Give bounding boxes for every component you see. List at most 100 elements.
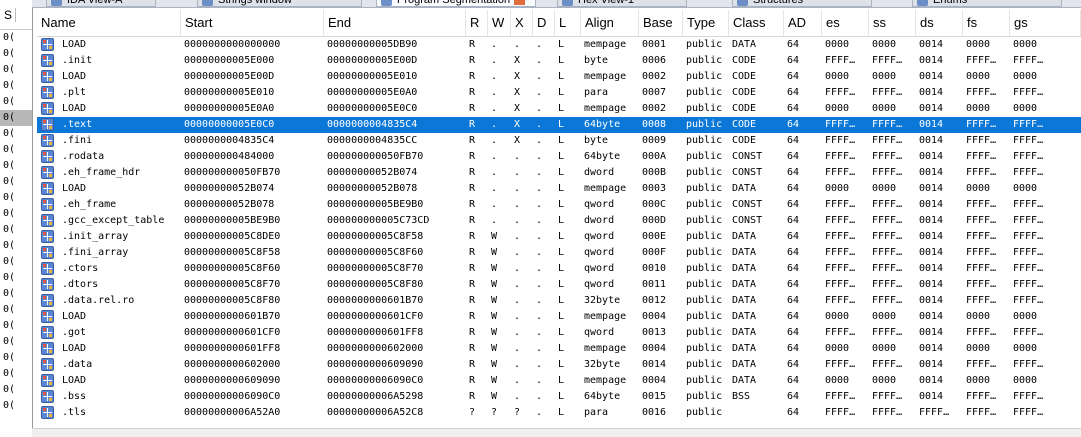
- left-panel-row[interactable]: 0(: [0, 30, 32, 46]
- left-panel-row[interactable]: 0(: [0, 158, 32, 174]
- cell-start: 00000000005C8F58: [184, 247, 281, 258]
- left-panel-row[interactable]: 0(: [0, 350, 32, 366]
- cell-base: 0014: [642, 359, 667, 370]
- cell-fs: 0000: [966, 183, 991, 194]
- cell-ss: FFFF…: [872, 391, 903, 402]
- left-panel-row[interactable]: 0(: [0, 302, 32, 318]
- table-row[interactable]: LOAD 0000000000601FF8 0000000000602000 R W..…: [37, 341, 1081, 357]
- table-row[interactable]: .plt 00000000005E010 00000000005E0A0 R. X. Lp…: [37, 85, 1081, 101]
- table-body: LOAD 0000000000000000 00000000005DB90 R... L…: [37, 37, 1081, 421]
- table-row[interactable]: .gcc_except_table 00000000005BE9B0 0000000…: [37, 213, 1081, 229]
- column-header-d[interactable]: D: [533, 10, 555, 36]
- column-header-base[interactable]: Base: [639, 10, 683, 36]
- left-panel-row[interactable]: 0(: [0, 110, 32, 126]
- column-header-es[interactable]: es: [822, 10, 869, 36]
- column-header-gs[interactable]: gs: [1010, 10, 1081, 36]
- column-header-class[interactable]: Class: [729, 10, 784, 36]
- table-row[interactable]: LOAD 0000000000609090 00000000006090C0 R W..…: [37, 373, 1081, 389]
- cell-name: LOAD: [62, 103, 87, 114]
- left-panel-row[interactable]: 0(: [0, 126, 32, 142]
- table-row[interactable]: .tls 00000000006A52A0 00000000006A52C8???.…: [37, 405, 1081, 421]
- left-panel-row[interactable]: 0(: [0, 382, 32, 398]
- cell-ss: FFFF…: [872, 199, 903, 210]
- table-row[interactable]: LOAD 00000000052B074 00000000052B078 R... Lm…: [37, 181, 1081, 197]
- left-panel-row[interactable]: 0(: [0, 78, 32, 94]
- column-header-r[interactable]: R: [466, 10, 488, 36]
- table-row[interactable]: .got 0000000000601CF0 0000000000601FF8 R W..…: [37, 325, 1081, 341]
- cell-class: CONST: [732, 215, 763, 226]
- tab-program-segmentation[interactable]: Program Segmentation: [376, 0, 536, 7]
- left-panel-row[interactable]: 0(: [0, 94, 32, 110]
- tab-enums[interactable]: Enums: [912, 0, 1062, 7]
- table-row[interactable]: .eh_frame 00000000052B078 00000000005BE9B0…: [37, 197, 1081, 213]
- cell-align: mempage: [584, 311, 627, 322]
- column-header-ad[interactable]: AD: [784, 10, 822, 36]
- column-header-start[interactable]: Start: [181, 10, 324, 36]
- cell-ss: FFFF…: [872, 167, 903, 178]
- column-header-align[interactable]: Align: [581, 10, 639, 36]
- column-header-end[interactable]: End: [324, 10, 466, 36]
- cell-l: L: [558, 263, 565, 274]
- cell-end: 00000000005C8F58: [327, 231, 424, 242]
- cell-x: X: [514, 55, 521, 66]
- close-tab-icon[interactable]: [514, 0, 526, 5]
- table-row[interactable]: LOAD 0000000000601B70 0000000000601CF0 R W..…: [37, 309, 1081, 325]
- left-panel-row[interactable]: 0(: [0, 46, 32, 62]
- left-panel-row[interactable]: 0(: [0, 398, 32, 414]
- column-header-name[interactable]: Name: [37, 10, 181, 36]
- cell-name: LOAD: [62, 39, 87, 50]
- column-header-type[interactable]: Type: [683, 10, 729, 36]
- tab-structures[interactable]: Structures: [732, 0, 872, 7]
- table-row[interactable]: .init 00000000005E000 00000000005E00D R. X. L…: [37, 53, 1081, 69]
- table-row[interactable]: LOAD 00000000005E0A0 00000000005E0C0 R. X. Lm…: [37, 101, 1081, 117]
- table-row[interactable]: LOAD 00000000005E00D 00000000005E010 R. X. Lm…: [37, 69, 1081, 85]
- cell-name: LOAD: [62, 343, 87, 354]
- column-header-fs[interactable]: fs: [963, 10, 1010, 36]
- table-row[interactable]: .dtors 00000000005C8F70 00000000005C8F80 R W…: [37, 277, 1081, 293]
- table-row[interactable]: .eh_frame_hdr 000000000050FB70 00000000052…: [37, 165, 1081, 181]
- table-row[interactable]: .init_array 00000000005C8DE0 00000000005C8…: [37, 229, 1081, 245]
- cell-base: 0006: [642, 55, 667, 66]
- cell-gs: FFFF…: [1013, 167, 1044, 178]
- table-row[interactable]: .bss 00000000006090C0 00000000006A5298 R W..…: [37, 389, 1081, 405]
- cell-x: .: [514, 199, 521, 210]
- table-row[interactable]: .fini 0000000004835C4 0000000004835CC R. X. L…: [37, 133, 1081, 149]
- table-row[interactable]: .fini_array 00000000005C8F58 00000000005C8…: [37, 245, 1081, 261]
- column-header-x[interactable]: X: [511, 10, 533, 36]
- cell-type: public: [686, 87, 723, 98]
- table-row[interactable]: LOAD 0000000000000000 00000000005DB90 R... L…: [37, 37, 1081, 53]
- left-panel-row[interactable]: 0(: [0, 318, 32, 334]
- table-row[interactable]: .data 0000000000602000 0000000000609090 R W.…: [37, 357, 1081, 373]
- cell-base: 0002: [642, 71, 667, 82]
- table-row[interactable]: .data.rel.ro 00000000005C8F80 000000000060…: [37, 293, 1081, 309]
- table-row[interactable]: .text 00000000005E0C0 0000000004835C4 R. X. L…: [37, 117, 1081, 133]
- left-panel-row[interactable]: 0(: [0, 238, 32, 254]
- left-panel-row[interactable]: 0(: [0, 206, 32, 222]
- tab-strings-window[interactable]: Strings window: [197, 0, 362, 7]
- tab-ida-view-a[interactable]: IDA View-A: [46, 0, 156, 7]
- cell-end: 0000000000602000: [327, 343, 424, 354]
- left-panel-row[interactable]: 0(: [0, 254, 32, 270]
- left-panel-row[interactable]: 0(: [0, 270, 32, 286]
- left-panel-row[interactable]: 0(: [0, 190, 32, 206]
- left-panel-row[interactable]: 0(: [0, 222, 32, 238]
- tab-hex-view-1[interactable]: Hex View-1: [557, 0, 687, 7]
- left-panel-row[interactable]: 0(: [0, 366, 32, 382]
- cell-name: LOAD: [62, 375, 87, 386]
- cell-x: .: [514, 279, 521, 290]
- column-header-l[interactable]: L: [555, 10, 581, 36]
- table-row[interactable]: .ctors 00000000005C8F60 00000000005C8F70 R W…: [37, 261, 1081, 277]
- cell-align: mempage: [584, 103, 627, 114]
- left-panel-header-label: S: [4, 7, 13, 22]
- cell-ds: 0014: [919, 391, 944, 402]
- table-row[interactable]: .rodata 000000000484000 000000000050FB70 R.…: [37, 149, 1081, 165]
- cell-start: 00000000005C8F70: [184, 279, 281, 290]
- left-panel-row[interactable]: 0(: [0, 286, 32, 302]
- left-panel-row[interactable]: 0(: [0, 334, 32, 350]
- left-panel-row[interactable]: 0(: [0, 142, 32, 158]
- left-panel-row[interactable]: 0(: [0, 62, 32, 78]
- column-header-ss[interactable]: ss: [869, 10, 916, 36]
- column-header-ds[interactable]: ds: [916, 10, 963, 36]
- left-panel-row[interactable]: 0(: [0, 174, 32, 190]
- column-header-w[interactable]: W: [488, 10, 511, 36]
